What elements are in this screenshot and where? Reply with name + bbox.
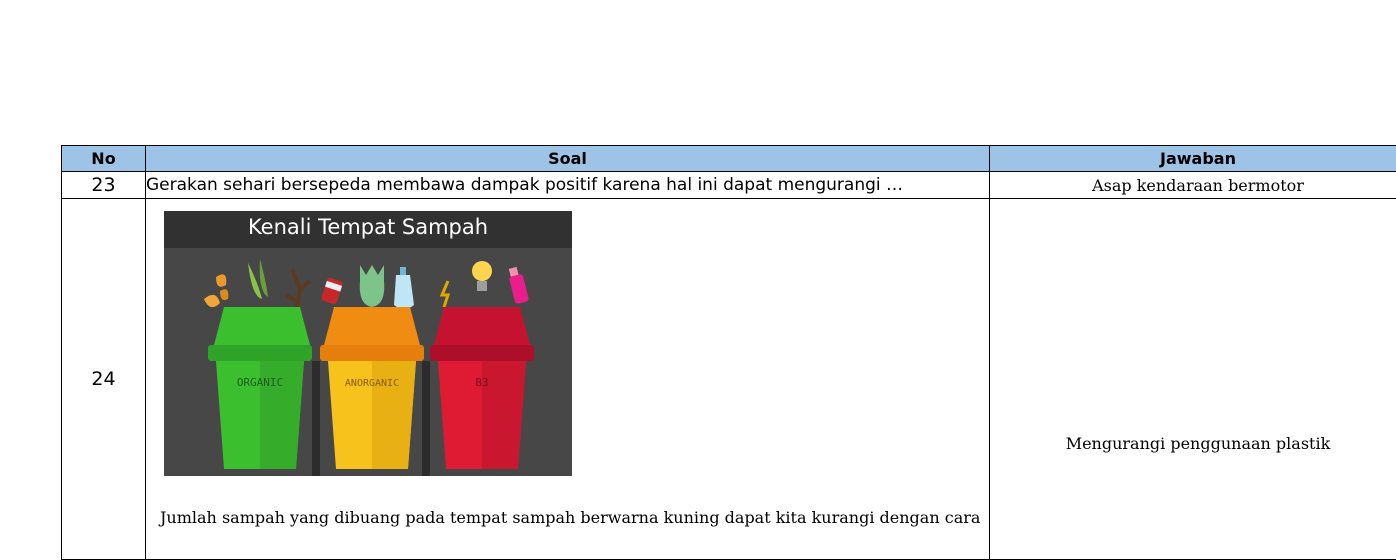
organic-label: ORGANIC (237, 376, 283, 389)
header-jawaban: Jawaban (990, 146, 1396, 172)
anorganic-label: ANORGANIC (345, 378, 399, 389)
answer-text: Asap kendaraan bermotor (990, 172, 1396, 199)
table-row: 23 Gerakan sehari bersepeda membawa damp… (62, 172, 1396, 199)
question-text: Jumlah sampah yang dibuang pada tempat s… (160, 508, 980, 527)
answer-text: Mengurangi penggunaan plastik (990, 306, 1396, 453)
table-row: 24 Kenali Tempat Sampah (62, 199, 1396, 560)
table-header-row: No Soal Jawaban (62, 146, 1396, 172)
leaf-icon (204, 274, 228, 307)
question-table: No Soal Jawaban 23 Gerakan sehari bersep… (61, 145, 1396, 560)
twig-icon (286, 269, 310, 313)
b3-label: B3 (475, 376, 488, 389)
spray-can-icon (509, 267, 529, 304)
header-soal: Soal (146, 146, 990, 172)
can-icon (321, 277, 344, 305)
question-cell: Kenali Tempat Sampah (146, 199, 990, 560)
bottle-icon (394, 267, 414, 309)
row-number: 23 (62, 172, 146, 199)
waste-bins-illustration: Kenali Tempat Sampah (164, 211, 572, 476)
battery-icon (442, 281, 448, 307)
row-number: 24 (62, 199, 146, 560)
answer-cell: Mengurangi penggunaan plastik (990, 199, 1396, 560)
header-no: No (62, 146, 146, 172)
lightbulb-icon (472, 261, 492, 291)
peapod-icon (248, 259, 268, 299)
question-text: Gerakan sehari bersepeda membawa dampak … (146, 172, 990, 199)
plastic-bag-icon (360, 265, 385, 307)
waste-bins-graphic: ORGANIC ANORGANIC B3 (164, 211, 572, 476)
